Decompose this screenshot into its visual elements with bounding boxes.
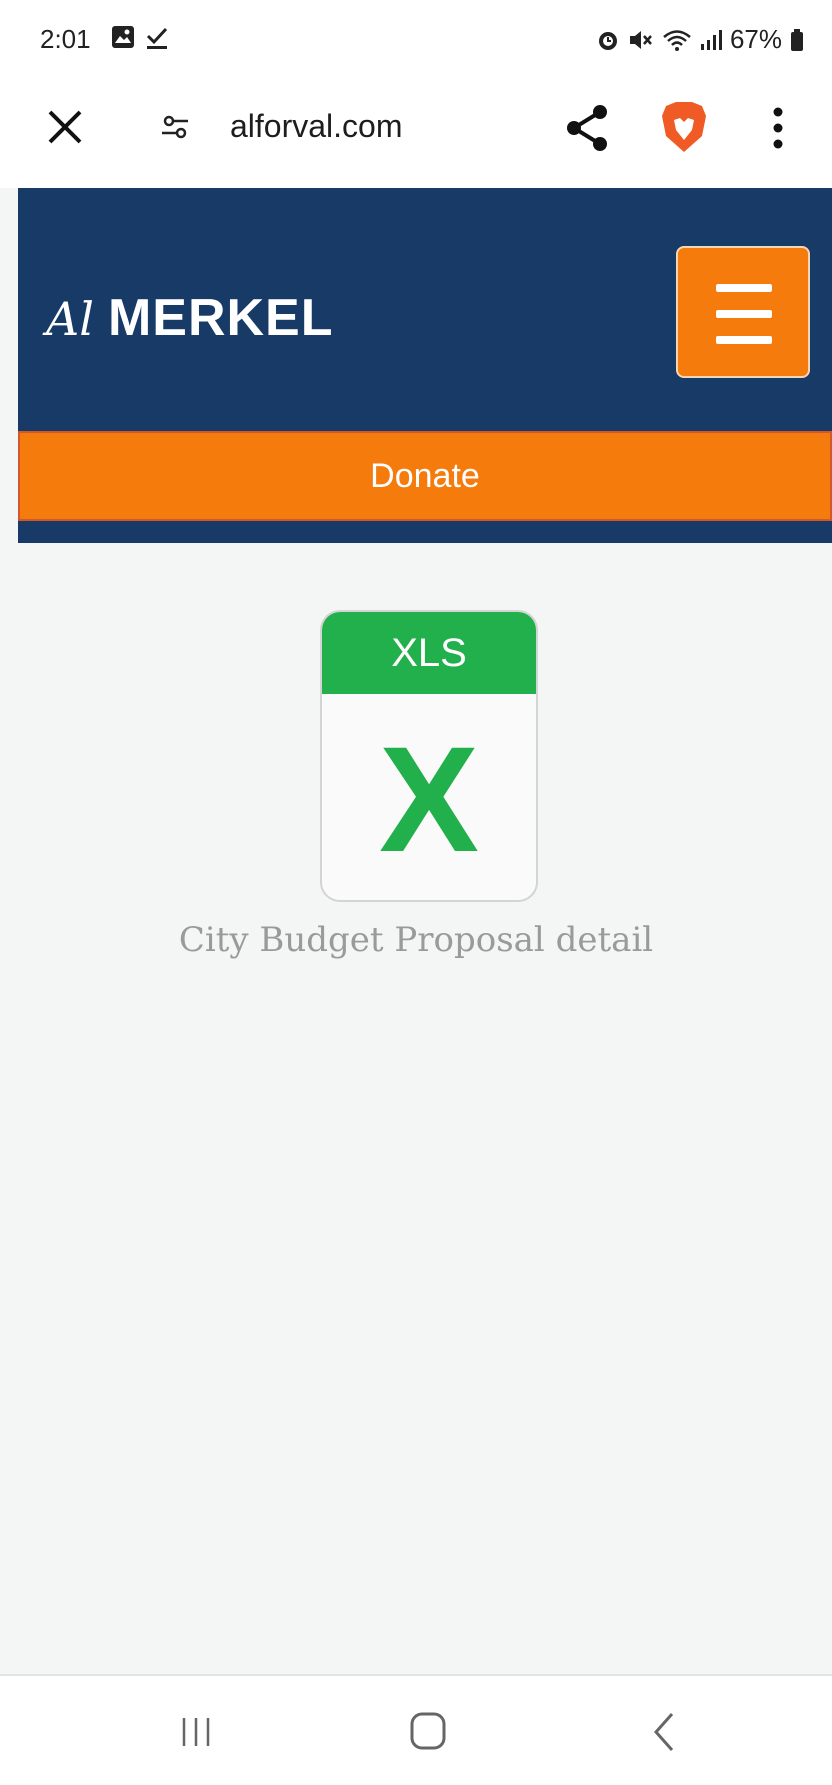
recent-apps-icon[interactable] <box>176 1712 216 1752</box>
file-caption-link[interactable]: City Budget Proposal detail <box>0 920 832 960</box>
signal-icon <box>700 29 722 50</box>
site-logo[interactable]: Al MERKEL <box>46 288 334 348</box>
wifi-icon <box>663 29 691 51</box>
url-address[interactable]: alforval.com <box>230 108 403 145</box>
brave-lion-icon[interactable] <box>658 98 710 156</box>
logo-name: MERKEL <box>107 289 334 347</box>
mute-icon <box>629 30 652 49</box>
hamburger-icon <box>716 284 772 292</box>
status-time: 2:01 <box>40 24 91 54</box>
site-header: Al MERKEL Donate <box>18 188 832 543</box>
status-bar: 2:01 67% <box>0 0 832 78</box>
battery-icon <box>791 28 803 51</box>
site-settings-icon[interactable] <box>160 112 190 142</box>
more-vert-icon[interactable] <box>772 106 784 150</box>
excel-x-glyph: X <box>378 715 480 883</box>
home-icon[interactable] <box>408 1710 448 1752</box>
system-nav-bar <box>0 1674 832 1785</box>
share-icon[interactable] <box>562 102 612 154</box>
download-done-icon <box>146 27 168 49</box>
alarm-icon <box>598 31 617 50</box>
xls-file-icon[interactable]: XLS X <box>320 610 538 902</box>
back-icon[interactable] <box>648 1710 678 1754</box>
logo-script: Al <box>46 292 94 346</box>
browser-toolbar: alforval.com <box>0 78 832 188</box>
donate-button[interactable]: Donate <box>18 431 832 521</box>
gallery-icon <box>112 26 134 48</box>
battery-percent: 67% <box>729 24 782 54</box>
close-icon[interactable] <box>42 104 88 150</box>
file-type-label: XLS <box>322 612 536 694</box>
menu-button[interactable] <box>676 246 810 378</box>
